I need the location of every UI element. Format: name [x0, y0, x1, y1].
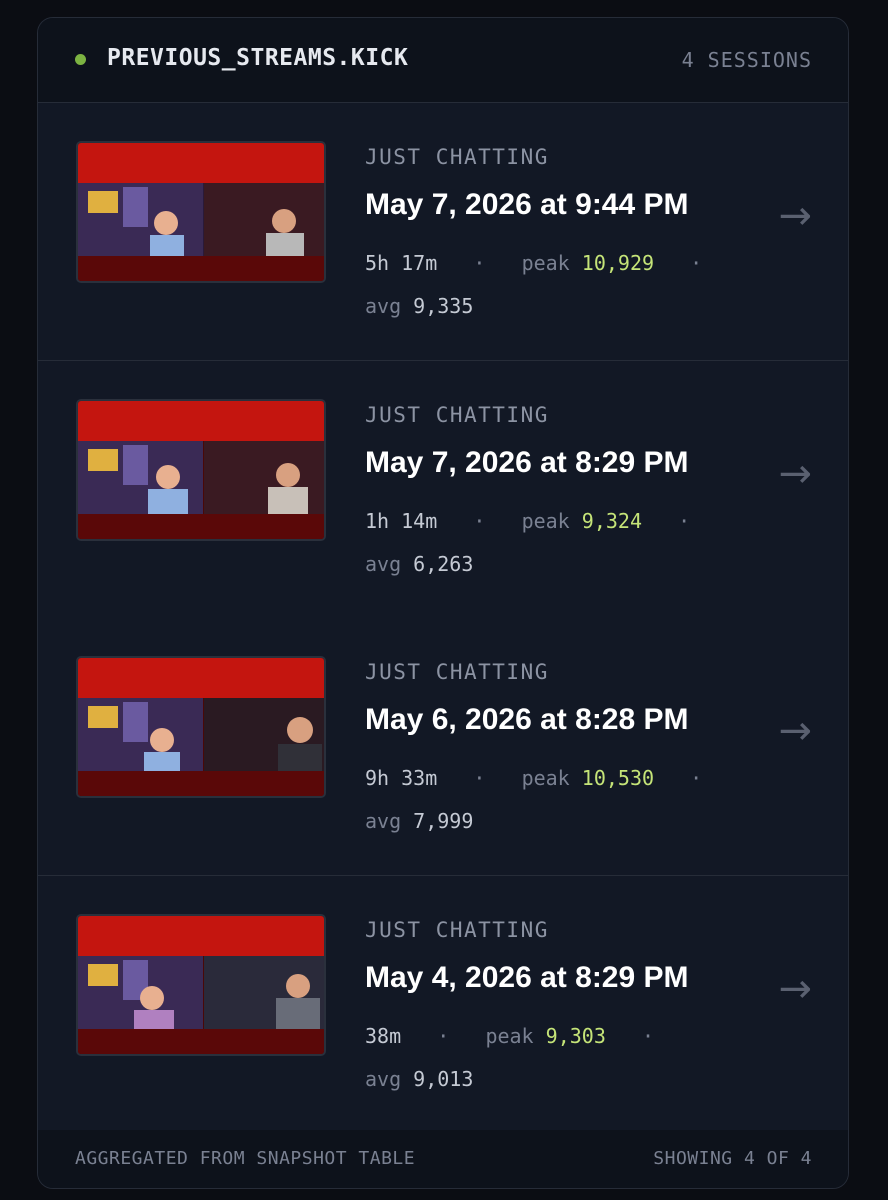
stream-category: JUST CHATTING	[365, 145, 549, 169]
separator-dot: ·	[617, 1024, 655, 1048]
separator-dot: ·	[413, 1024, 474, 1048]
stream-start-time: May 7, 2026 at 9:44 PM	[365, 188, 689, 221]
peak-label: peak	[521, 766, 570, 790]
separator-dot: ·	[666, 766, 703, 790]
panel-footer: AGGREGATED FROM SNAPSHOT TABLE SHOWING 4…	[38, 1130, 848, 1188]
avg-label: avg	[365, 294, 402, 318]
avg-label: avg	[365, 809, 402, 833]
stream-stats: 5h 17m · peak 10,929 ·	[365, 251, 702, 275]
panel-header: PREVIOUS_STREAMS.KICK 4 SESSIONS	[38, 18, 848, 103]
avg-label: avg	[365, 552, 402, 576]
peak-label: peak	[485, 1024, 534, 1048]
stream-category: JUST CHATTING	[365, 918, 549, 942]
avg-viewers: 7,999	[413, 809, 474, 833]
separator-dot: ·	[449, 766, 510, 790]
separator-dot: ·	[654, 509, 691, 533]
session-row[interactable]: JUST CHATTING May 6, 2026 at 8:28 PM 9h …	[38, 618, 848, 876]
stream-duration: 5h 17m	[365, 251, 438, 275]
separator-dot: ·	[449, 509, 510, 533]
arrow-right-icon[interactable]: →	[778, 193, 812, 239]
avg-viewers: 9,335	[413, 294, 474, 318]
session-row[interactable]: JUST CHATTING May 7, 2026 at 9:44 PM 5h …	[38, 103, 848, 361]
stream-stats: 38m · peak 9,303 ·	[365, 1024, 654, 1048]
stream-thumbnail	[76, 141, 326, 283]
stream-thumbnail	[76, 914, 326, 1056]
separator-dot: ·	[449, 251, 510, 275]
stream-duration: 1h 14m	[365, 509, 438, 533]
stream-duration: 38m	[365, 1024, 402, 1048]
stream-stats-avg: avg 6,263	[365, 552, 473, 576]
stream-start-time: May 7, 2026 at 8:29 PM	[365, 446, 689, 479]
stream-thumbnail	[76, 656, 326, 798]
pagination-status: SHOWING 4 OF 4	[653, 1148, 812, 1169]
peak-label: peak	[521, 251, 570, 275]
stream-category: JUST CHATTING	[365, 660, 549, 684]
stream-stats-avg: avg 9,013	[365, 1067, 473, 1091]
stream-start-time: May 4, 2026 at 8:29 PM	[365, 961, 689, 994]
previous-streams-panel: PREVIOUS_STREAMS.KICK 4 SESSIONS JUST CH…	[37, 17, 849, 1189]
stream-stats-avg: avg 9,335	[365, 294, 473, 318]
stream-duration: 9h 33m	[365, 766, 438, 790]
panel-title: PREVIOUS_STREAMS.KICK	[107, 45, 409, 71]
stream-stats: 9h 33m · peak 10,530 ·	[365, 766, 702, 790]
peak-viewers: 9,324	[581, 509, 642, 533]
arrow-right-icon[interactable]: →	[778, 966, 812, 1012]
avg-label: avg	[365, 1067, 402, 1091]
stream-stats: 1h 14m · peak 9,324 ·	[365, 509, 690, 533]
separator-dot: ·	[666, 251, 703, 275]
peak-viewers: 10,530	[581, 766, 655, 790]
session-count: 4 SESSIONS	[681, 48, 812, 72]
arrow-right-icon[interactable]: →	[778, 708, 812, 754]
avg-viewers: 6,263	[413, 552, 474, 576]
session-row[interactable]: JUST CHATTING May 4, 2026 at 8:29 PM 38m…	[38, 876, 848, 1134]
stream-category: JUST CHATTING	[365, 403, 549, 427]
peak-viewers: 10,929	[581, 251, 655, 275]
stream-stats-avg: avg 7,999	[365, 809, 473, 833]
avg-viewers: 9,013	[413, 1067, 474, 1091]
stream-thumbnail	[76, 399, 326, 541]
arrow-right-icon[interactable]: →	[778, 451, 812, 497]
stream-start-time: May 6, 2026 at 8:28 PM	[365, 703, 689, 736]
live-status-dot-icon	[75, 54, 86, 65]
session-row[interactable]: JUST CHATTING May 7, 2026 at 8:29 PM 1h …	[38, 361, 848, 619]
data-source-note: AGGREGATED FROM SNAPSHOT TABLE	[75, 1148, 416, 1169]
peak-viewers: 9,303	[545, 1024, 606, 1048]
peak-label: peak	[521, 509, 570, 533]
